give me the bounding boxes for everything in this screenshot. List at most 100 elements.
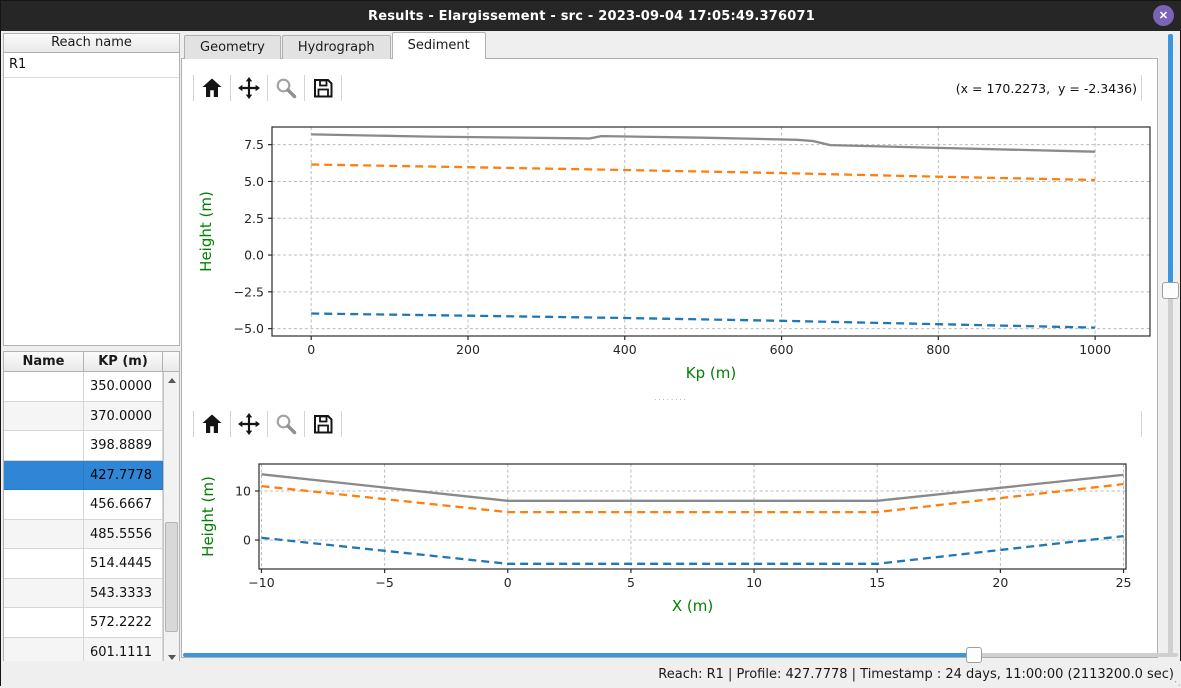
zoom-button[interactable] bbox=[268, 409, 304, 439]
svg-text:−2.5: −2.5 bbox=[234, 284, 264, 299]
svg-text:800: 800 bbox=[926, 342, 950, 357]
plot-canvas-kp-profile[interactable]: 02004006008001000−5.0−2.50.02.55.07.5Kp … bbox=[184, 109, 1156, 401]
svg-text:400: 400 bbox=[613, 342, 637, 357]
slider-handle[interactable] bbox=[966, 647, 982, 663]
tab-bar: Geometry Hydrograph Sediment bbox=[184, 32, 487, 59]
cell-kp[interactable]: 398.8889 bbox=[84, 431, 163, 461]
close-button[interactable]: ✕ bbox=[1153, 5, 1174, 26]
cell-name[interactable] bbox=[4, 372, 84, 402]
pan-icon bbox=[237, 412, 261, 436]
svg-text:20: 20 bbox=[992, 575, 1008, 590]
cell-kp[interactable]: 350.0000 bbox=[84, 372, 163, 402]
list-item-reach[interactable]: R1 bbox=[4, 53, 179, 78]
toolbar-separator bbox=[341, 411, 342, 437]
svg-text:25: 25 bbox=[1116, 575, 1132, 590]
svg-text:0.0: 0.0 bbox=[244, 248, 264, 263]
svg-text:−5: −5 bbox=[375, 575, 393, 590]
toolbar-separator bbox=[1141, 411, 1142, 437]
scroll-up-arrow[interactable] bbox=[164, 372, 179, 388]
svg-text:−5.0: −5.0 bbox=[234, 321, 264, 336]
table-row[interactable]: 514.4445 bbox=[4, 549, 163, 579]
status-text: Reach: R1 | Profile: 427.7778 | Timestam… bbox=[658, 667, 1174, 682]
cell-name[interactable] bbox=[4, 461, 84, 491]
cell-kp[interactable]: 370.0000 bbox=[84, 402, 163, 432]
table-row[interactable]: 370.0000 bbox=[4, 402, 163, 432]
cell-name[interactable] bbox=[4, 549, 84, 579]
save-button[interactable] bbox=[305, 409, 341, 439]
series-blue-dashed-lower bbox=[311, 314, 1095, 328]
tab-hydrograph[interactable]: Hydrograph bbox=[282, 35, 391, 59]
svg-text:Height (m): Height (m) bbox=[197, 191, 215, 272]
triangle-up-icon bbox=[168, 378, 176, 383]
profile-table: Name KP (m) 350.0000370.0000398.8889427.… bbox=[3, 351, 180, 666]
cell-name[interactable] bbox=[4, 402, 84, 432]
status-bar: Reach: R1 | Profile: 427.7778 | Timestam… bbox=[1, 661, 1181, 687]
table-row[interactable]: 427.7778 bbox=[4, 461, 163, 491]
svg-text:5.0: 5.0 bbox=[244, 174, 264, 189]
toolbar-separator bbox=[341, 75, 342, 101]
plot-toolbar-bottom bbox=[193, 407, 342, 441]
reach-name-header: Reach name bbox=[3, 33, 180, 53]
cell-name[interactable] bbox=[4, 431, 84, 461]
save-icon bbox=[311, 76, 335, 100]
table-header-row: Name KP (m) bbox=[4, 352, 179, 372]
home-button[interactable] bbox=[194, 73, 230, 103]
svg-text:7.5: 7.5 bbox=[244, 137, 264, 152]
slider-handle[interactable] bbox=[1162, 282, 1179, 299]
slider-fill bbox=[183, 653, 974, 657]
svg-text:1000: 1000 bbox=[1079, 342, 1111, 357]
cell-name[interactable] bbox=[4, 608, 84, 638]
table-row[interactable]: 456.6667 bbox=[4, 490, 163, 520]
cell-name[interactable] bbox=[4, 520, 84, 550]
svg-text:10: 10 bbox=[235, 483, 251, 498]
toolbar-separator bbox=[1141, 75, 1142, 101]
series-gray-solid-banks bbox=[262, 474, 1124, 501]
series-orange-dashed-middle bbox=[311, 165, 1095, 181]
table-row[interactable]: 543.3333 bbox=[4, 579, 163, 609]
table-row[interactable]: 398.8889 bbox=[4, 431, 163, 461]
svg-text:15: 15 bbox=[869, 575, 885, 590]
scrollbar-thumb[interactable] bbox=[165, 522, 178, 632]
tab-sediment[interactable]: Sediment bbox=[392, 32, 486, 59]
series-blue-dashed-bed bbox=[262, 536, 1124, 564]
column-header-kp[interactable]: KP (m) bbox=[84, 352, 163, 371]
home-button[interactable] bbox=[194, 409, 230, 439]
plot-canvas-cross-section[interactable]: −10−50510152025010X (m)Height (m) bbox=[184, 444, 1156, 622]
reach-list[interactable]: R1 bbox=[3, 52, 180, 346]
table-row[interactable]: 572.2222 bbox=[4, 608, 163, 638]
cell-kp[interactable]: 485.5556 bbox=[84, 520, 163, 550]
svg-text:X (m): X (m) bbox=[672, 597, 713, 615]
home-icon bbox=[200, 412, 224, 436]
cell-name[interactable] bbox=[4, 579, 84, 609]
pan-button[interactable] bbox=[231, 73, 267, 103]
profile-slider[interactable] bbox=[1162, 34, 1179, 656]
svg-text:0: 0 bbox=[307, 342, 315, 357]
table-row[interactable]: 350.0000 bbox=[4, 372, 163, 402]
window-title: Results - Elargissement - src - 2023-09-… bbox=[368, 9, 815, 24]
magnifier-icon bbox=[274, 412, 298, 436]
splitter-handle[interactable]: ········ bbox=[601, 397, 741, 405]
table-scrollbar[interactable] bbox=[163, 372, 179, 665]
column-header-name[interactable]: Name bbox=[4, 352, 84, 371]
save-button[interactable] bbox=[305, 73, 341, 103]
table-body: 350.0000370.0000398.8889427.7778456.6667… bbox=[4, 372, 163, 665]
table-row[interactable]: 485.5556 bbox=[4, 520, 163, 550]
plot-toolbar-top bbox=[193, 71, 342, 105]
cell-kp[interactable]: 514.4445 bbox=[84, 549, 163, 579]
cell-kp[interactable]: 572.2222 bbox=[84, 608, 163, 638]
pan-icon bbox=[237, 76, 261, 100]
zoom-button[interactable] bbox=[268, 73, 304, 103]
svg-text:5: 5 bbox=[627, 575, 635, 590]
cell-name[interactable] bbox=[4, 490, 84, 520]
pan-button[interactable] bbox=[231, 409, 267, 439]
titlebar: Results - Elargissement - src - 2023-09-… bbox=[1, 1, 1181, 31]
svg-text:0: 0 bbox=[243, 533, 251, 548]
cell-kp[interactable]: 427.7778 bbox=[84, 461, 163, 491]
cell-kp[interactable]: 543.3333 bbox=[84, 579, 163, 609]
slider-fill bbox=[1168, 34, 1173, 290]
close-icon: ✕ bbox=[1159, 9, 1168, 22]
tab-geometry[interactable]: Geometry bbox=[184, 35, 281, 59]
timestamp-slider[interactable] bbox=[183, 647, 1178, 663]
series-gray-solid-upper bbox=[311, 134, 1095, 151]
cell-kp[interactable]: 456.6667 bbox=[84, 490, 163, 520]
